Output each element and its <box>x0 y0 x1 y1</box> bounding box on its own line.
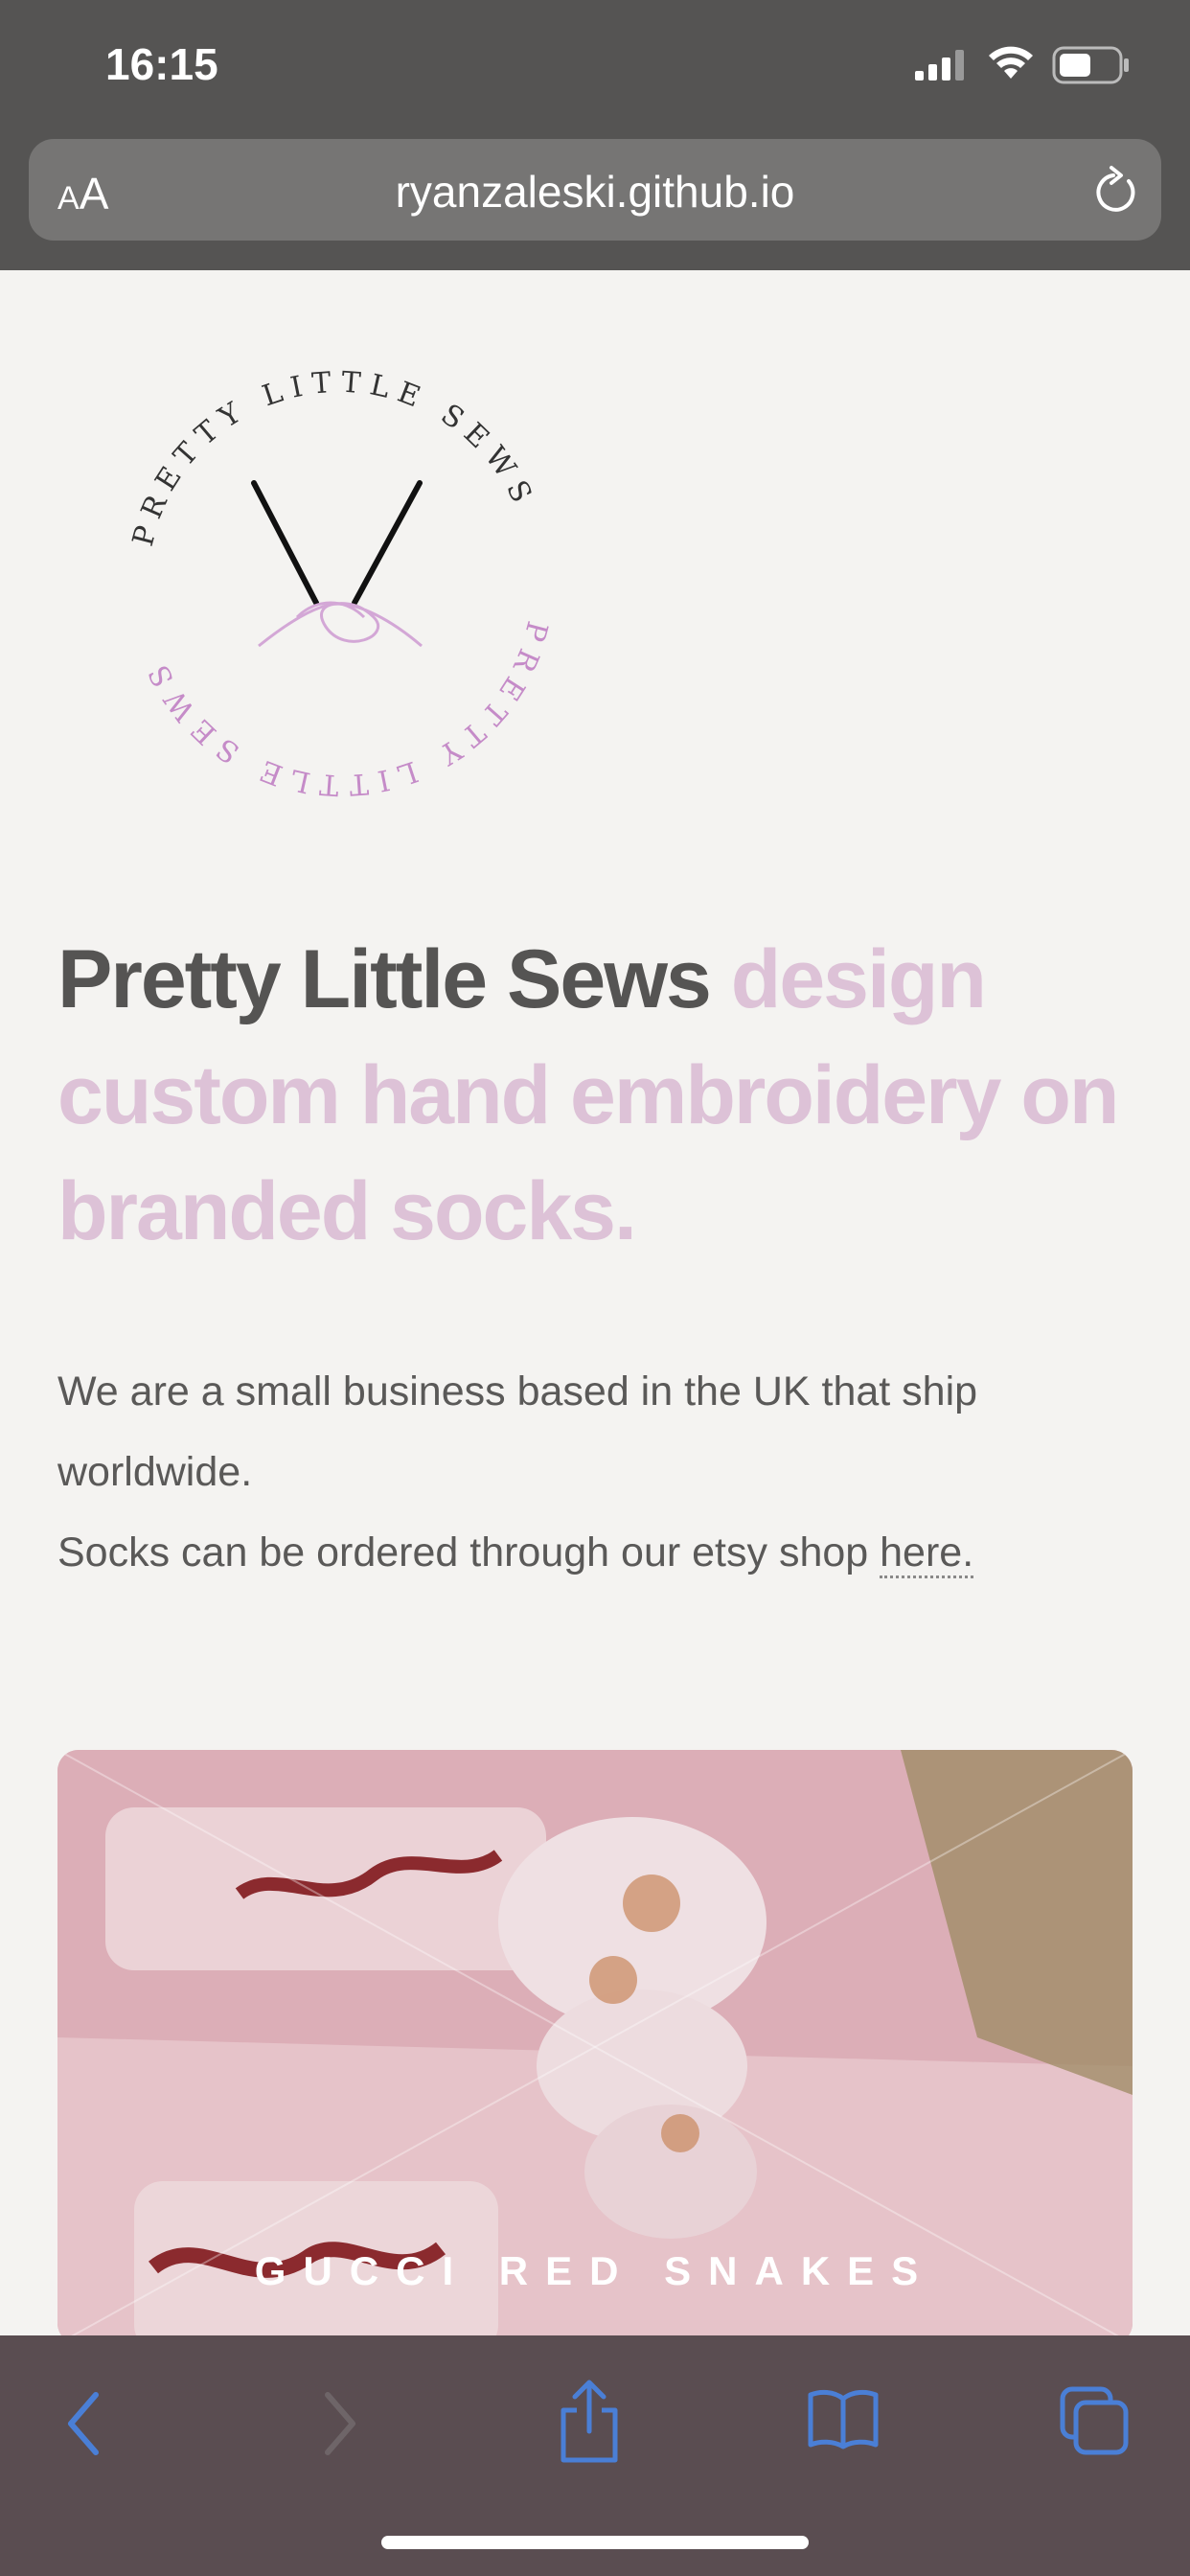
share-icon[interactable] <box>558 2378 621 2464</box>
page-content: PRETTY LITTLE SEWS PRETTY LITTLE SEWS Pr… <box>0 270 1190 2344</box>
svg-text:PRETTY LITTLE SEWS: PRETTY LITTLE SEWS <box>139 618 555 802</box>
battery-icon <box>1052 46 1129 84</box>
cellular-signal-icon <box>915 50 964 80</box>
back-icon[interactable] <box>59 2385 107 2462</box>
product-card-gucci-red-snakes[interactable]: GUCCI RED SNAKES <box>57 1750 1133 2344</box>
address-bar[interactable]: AA ryanzaleski.github.io <box>29 139 1161 241</box>
brand-name: Pretty Little Sews <box>57 933 712 1025</box>
reload-icon[interactable] <box>1090 164 1140 218</box>
etsy-shop-link[interactable]: here. <box>880 1530 974 1578</box>
browser-address-area: AA ryanzaleski.github.io <box>0 134 1190 270</box>
wifi-icon <box>989 46 1033 79</box>
svg-text:PRETTY LITTLE SEWS: PRETTY LITTLE SEWS <box>126 366 542 550</box>
status-time: 16:15 <box>105 39 218 89</box>
product-card-title: GUCCI RED SNAKES <box>254 2248 936 2293</box>
forward-icon[interactable] <box>316 2385 364 2462</box>
url-text[interactable]: ryanzaleski.github.io <box>29 166 1161 218</box>
intro-text: We are a small business based in the UK … <box>57 1351 1131 1593</box>
pretty-little-sews-logo: PRETTY LITTLE SEWS PRETTY LITTLE SEWS <box>126 366 555 802</box>
intro-line-1: We are a small business based in the UK … <box>57 1368 978 1495</box>
home-indicator <box>381 2536 809 2549</box>
bookmarks-icon[interactable] <box>807 2385 880 2452</box>
tabs-icon[interactable] <box>1059 2385 1130 2456</box>
intro-line-2: Socks can be ordered through our etsy sh… <box>57 1512 1131 1593</box>
status-bar: 16:15 <box>0 0 1190 134</box>
page-headline: Pretty Little Sews design custom hand em… <box>57 922 1140 1270</box>
